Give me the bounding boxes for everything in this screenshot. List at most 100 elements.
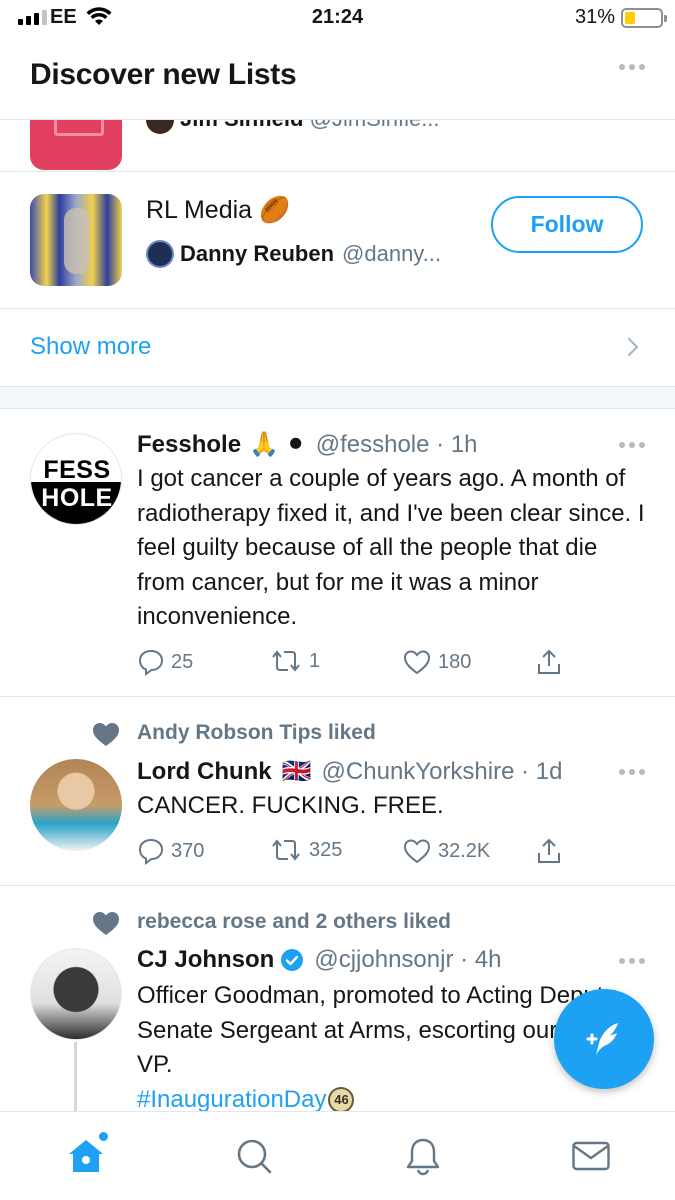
- clock: 21:24: [311, 6, 364, 28]
- avatar: [146, 240, 174, 268]
- reply-button[interactable]: 370: [137, 837, 204, 865]
- like-button[interactable]: 32.2K: [402, 837, 490, 865]
- show-more-row[interactable]: Show more: [0, 309, 675, 387]
- follow-button[interactable]: Follow: [491, 196, 643, 253]
- handle: @ChunkYorkshire: [321, 757, 515, 785]
- compose-feather-icon: [586, 1023, 618, 1055]
- search-icon: [237, 1139, 272, 1174]
- tweet-header: Lord Chunk 🇬🇧 @ChunkYorkshire · 1d: [137, 757, 562, 786]
- share-button[interactable]: [535, 648, 563, 676]
- handle-and-time: @cjjohnsonjr · 4h: [314, 946, 502, 973]
- chevron-right-icon: [627, 337, 639, 362]
- list-thumbnail: [30, 194, 122, 286]
- retweet-count: 325: [309, 838, 343, 861]
- section-divider: [0, 387, 675, 409]
- tweet-actions: 370 325 32.2K: [137, 837, 597, 867]
- status-bar: EE 21:24 31%: [0, 0, 675, 36]
- reply-count: 370: [171, 839, 205, 862]
- home-icon: [69, 1140, 103, 1172]
- heart-icon: [93, 912, 119, 935]
- handle: @fesshole: [315, 430, 430, 458]
- list-thumbnail: [30, 120, 122, 170]
- display-name[interactable]: Lord Chunk: [137, 758, 272, 786]
- thread-line: [74, 1042, 77, 1111]
- share-icon: [538, 838, 560, 863]
- owner-name: Danny Reuben: [180, 241, 335, 266]
- share-button[interactable]: [535, 837, 563, 865]
- retweet-count: 1: [309, 649, 321, 672]
- tweet-text: CANCER. FUCKING. FREE.: [137, 792, 444, 819]
- reply-button[interactable]: 25: [137, 648, 193, 676]
- heart-icon: [403, 650, 431, 675]
- tab-bar: [0, 1111, 675, 1200]
- rugby-ball-icon: 🏉: [259, 196, 291, 224]
- timestamp: 4h: [474, 946, 502, 973]
- hashtag-badge-icon: 46: [328, 1087, 355, 1111]
- avatar[interactable]: [30, 759, 122, 851]
- tab-search[interactable]: [232, 1134, 276, 1178]
- new-content-dot: [99, 1132, 108, 1141]
- mail-icon: [572, 1141, 610, 1171]
- handle: @cjjohnsonjr: [314, 946, 454, 973]
- tweet-header: CJ Johnson @cjjohnsonjr · 4h: [137, 946, 501, 974]
- avatar[interactable]: [30, 948, 122, 1040]
- list-item[interactable]: Jim Sinfield @JimSinfie...: [0, 120, 675, 172]
- tab-messages[interactable]: [569, 1134, 613, 1178]
- avatar: [146, 120, 174, 135]
- list-owner: Danny Reuben @danny...: [146, 240, 441, 268]
- tweet-text: I got cancer a couple of years ago. A mo…: [137, 465, 645, 630]
- reply-icon: [138, 838, 164, 865]
- share-icon: [538, 649, 560, 674]
- battery-percentage: 31%: [574, 6, 615, 28]
- timestamp: 1h: [450, 430, 478, 458]
- social-context-text[interactable]: Andy Robson Tips liked: [137, 721, 376, 745]
- like-count: 180: [438, 650, 472, 673]
- reply-count: 25: [171, 650, 194, 673]
- avatar-text-bottom: HOLE: [41, 484, 113, 512]
- owner-name: Jim Sinfield: [180, 120, 303, 131]
- page-title: Discover new Lists: [30, 58, 297, 91]
- list-owner: Jim Sinfield @JimSinfie...: [146, 120, 440, 135]
- tweet[interactable]: FESS HOLE Fesshole 🙏 ⚫ @fesshole · 1h I …: [0, 410, 675, 697]
- tweet-more-icon[interactable]: [619, 442, 645, 448]
- tweet-more-icon[interactable]: [619, 769, 645, 775]
- like-count: 32.2K: [438, 839, 491, 862]
- tab-home[interactable]: [64, 1132, 108, 1178]
- social-context-text[interactable]: rebecca rose and 2 others liked: [137, 910, 451, 934]
- handle-and-time: @fesshole · 1h: [315, 430, 478, 458]
- show-more-link[interactable]: Show more: [30, 333, 151, 361]
- bell-icon: [406, 1138, 440, 1176]
- more-options-icon[interactable]: [619, 64, 645, 70]
- tweet-actions: 25 1 180: [137, 648, 597, 678]
- list-name-text: RL Media: [146, 196, 253, 224]
- battery-icon: [621, 8, 667, 28]
- compose-tweet-button[interactable]: [554, 989, 654, 1089]
- heart-icon: [403, 839, 431, 864]
- display-name[interactable]: CJ Johnson: [137, 946, 274, 974]
- timestamp: 1d: [535, 757, 563, 785]
- uk-flag-icon: 🇬🇧: [281, 758, 312, 785]
- retweet-icon: [272, 839, 300, 861]
- tweet-text-content: Officer Goodman, promoted to Acting Depu…: [137, 982, 616, 1078]
- hashtag-link[interactable]: #InaugurationDay: [137, 1086, 326, 1112]
- retweet-button[interactable]: 325: [269, 837, 342, 863]
- tweet[interactable]: Andy Robson Tips liked Lord Chunk 🇬🇧 @Ch…: [0, 697, 675, 886]
- tweet-header: Fesshole 🙏 ⚫ @fesshole · 1h: [137, 430, 478, 459]
- list-name: RL Media 🏉: [146, 196, 290, 225]
- like-button[interactable]: 180: [402, 648, 471, 676]
- handle-and-time: @ChunkYorkshire · 1d: [321, 757, 563, 785]
- reply-icon: [138, 649, 164, 676]
- tab-notifications[interactable]: [401, 1134, 445, 1178]
- verified-badge-icon: [280, 948, 304, 972]
- retweet-icon: [272, 650, 300, 672]
- owner-handle: @danny...: [342, 241, 442, 266]
- avatar[interactable]: FESS HOLE: [30, 433, 122, 525]
- page-header: Discover new Lists: [0, 38, 675, 120]
- retweet-button[interactable]: 1: [269, 648, 320, 674]
- badge-emoji: 🙏 ⚫: [249, 431, 306, 458]
- heart-icon: [93, 723, 119, 746]
- tweet-more-icon[interactable]: [619, 958, 645, 964]
- owner-handle: @JimSinfie...: [310, 120, 440, 131]
- list-item[interactable]: RL Media 🏉 Danny Reuben @danny... Follow: [0, 172, 675, 309]
- display-name[interactable]: Fesshole: [137, 431, 241, 459]
